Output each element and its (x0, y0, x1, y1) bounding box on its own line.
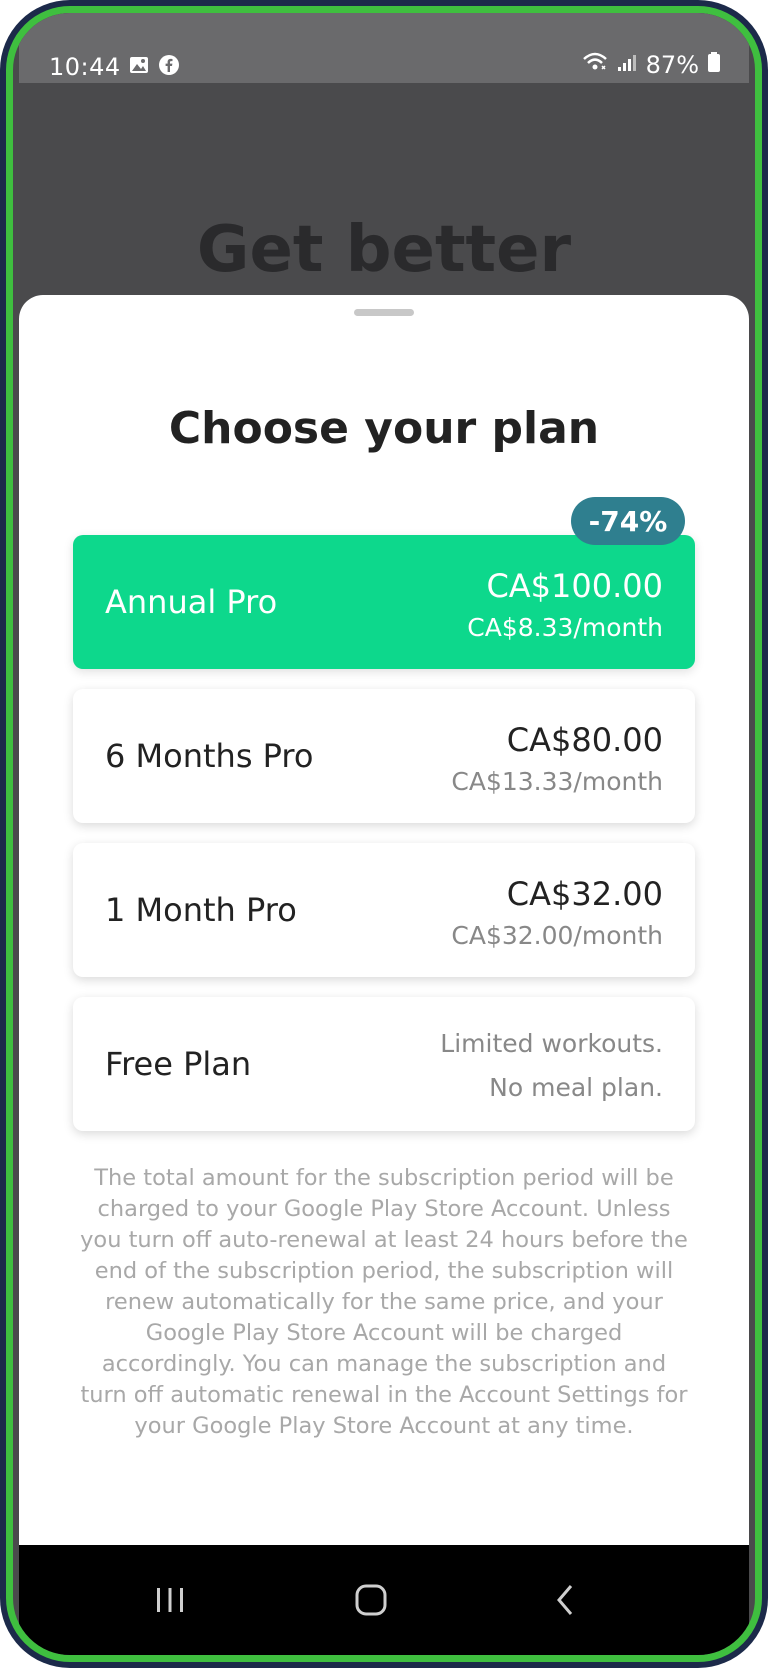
navigation-bar (19, 1545, 749, 1655)
plan-name: Annual Pro (105, 583, 278, 621)
plan-name: 1 Month Pro (105, 891, 297, 929)
wifi-icon (582, 51, 608, 79)
battery-icon (707, 51, 721, 79)
recent-apps-icon[interactable] (145, 1575, 195, 1625)
plan-price: CA$100.00 (486, 567, 663, 605)
device-frame: 10:44 87% Get better Choose your plan -7… (0, 0, 768, 1668)
plan-name: Free Plan (105, 1045, 252, 1083)
subscription-legal-text: The total amount for the subscription pe… (80, 1165, 688, 1439)
screen: 10:44 87% Get better Choose your plan -7… (19, 13, 749, 1655)
background-title: Get better (196, 213, 572, 287)
plan-monthly-price: CA$8.33/month (467, 613, 663, 642)
battery-text: 87% (645, 51, 699, 79)
signal-icon (616, 51, 638, 79)
plan-annual-pro[interactable]: -74% Annual Pro CA$100.00 CA$8.33/month (73, 497, 695, 669)
plan-monthly-price: CA$13.33/month (451, 767, 663, 796)
facebook-icon (159, 55, 179, 75)
plan-price: CA$80.00 (506, 721, 663, 759)
plan-note-line2: No meal plan. (489, 1073, 663, 1102)
plan-6-months-pro[interactable]: 6 Months Pro CA$80.00 CA$13.33/month (73, 689, 695, 823)
plan-price: CA$32.00 (506, 875, 663, 913)
status-right: 87% (582, 51, 721, 79)
plan-1-month-pro[interactable]: 1 Month Pro CA$32.00 CA$32.00/month (73, 843, 695, 977)
plan-bottom-sheet: Choose your plan -74% Annual Pro CA$100.… (19, 295, 749, 1545)
sheet-drag-handle[interactable] (354, 309, 414, 316)
status-bar: 10:44 87% (19, 13, 749, 83)
discount-badge: -74% (571, 497, 685, 545)
plan-name: 6 Months Pro (105, 737, 314, 775)
plan-monthly-price: CA$32.00/month (451, 921, 663, 950)
plan-free[interactable]: Free Plan Limited workouts. No meal plan… (73, 997, 695, 1131)
plan-note-line1: Limited workouts. (440, 1029, 663, 1058)
status-time: 10:44 (49, 53, 121, 81)
back-icon[interactable] (541, 1575, 591, 1625)
home-icon[interactable] (346, 1575, 396, 1625)
sheet-title: Choose your plan (168, 403, 600, 454)
device-border: 10:44 87% Get better Choose your plan -7… (6, 6, 762, 1662)
gallery-icon (129, 55, 149, 75)
